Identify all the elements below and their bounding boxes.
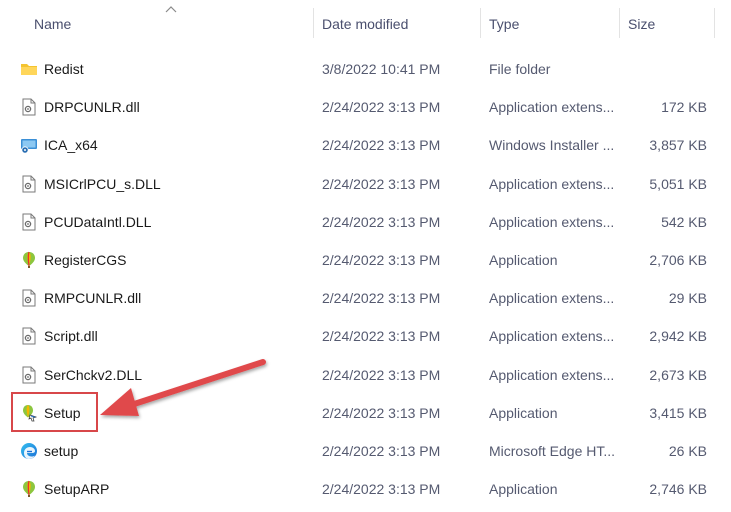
column-header-row: Name Date modified Type Size (0, 0, 731, 48)
file-row[interactable]: Redist 3/8/2022 10:41 PM File folder (0, 50, 731, 88)
file-size: 2,746 KB (649, 481, 707, 498)
file-type: File folder (489, 61, 551, 77)
file-date-modified: 2/24/2022 3:13 PM (322, 137, 441, 154)
file-name: RegisterCGS (44, 252, 127, 268)
column-header-name[interactable]: Name (34, 0, 304, 48)
file-date-modified: 2/24/2022 3:13 PM (322, 175, 441, 192)
file-date-modified: 2/24/2022 3:13 PM (322, 404, 441, 421)
file-explorer-list: Name Date modified Type Size Redist 3/8/2… (0, 0, 731, 512)
file-type: Application (489, 404, 558, 421)
file-size: 2,942 KB (649, 328, 707, 345)
dll-file-icon (20, 327, 38, 345)
file-type: Windows Installer ... (489, 137, 615, 154)
highlight-box (11, 392, 98, 432)
file-type: Application extens... (489, 175, 615, 192)
file-row[interactable]: DRPCUNLR.dll 2/24/2022 3:13 PM Application… (0, 88, 731, 126)
file-date-modified: 3/8/2022 10:41 PM (322, 61, 441, 77)
file-row[interactable]: SetupARP 2/24/2022 3:13 PM Application 2,74… (0, 470, 731, 508)
column-header-type[interactable]: Type (489, 0, 609, 48)
file-date-modified: 2/24/2022 3:13 PM (322, 252, 441, 268)
file-name: MSICrlPCU_s.DLL (44, 175, 161, 192)
file-name: Script.dll (44, 328, 98, 345)
file-date-modified: 2/24/2022 3:13 PM (322, 328, 441, 345)
file-type: Application extens... (489, 290, 615, 307)
corel-balloon-icon (20, 251, 38, 269)
file-name: SetupARP (44, 481, 110, 498)
file-name: ICA_x64 (44, 137, 98, 154)
file-row[interactable]: RMPCUNLR.dll 2/24/2022 3:13 PM Application… (0, 279, 731, 317)
file-date-modified: 2/24/2022 3:13 PM (322, 443, 441, 459)
file-date-modified: 2/24/2022 3:13 PM (322, 366, 441, 383)
file-date-modified: 2/24/2022 3:13 PM (322, 290, 441, 307)
file-type: Application extens... (489, 99, 615, 116)
file-size: 26 KB (668, 443, 707, 459)
file-name: PCUDataIntl.DLL (44, 213, 152, 230)
dll-file-icon (20, 213, 38, 231)
folder-icon (20, 60, 38, 78)
column-divider[interactable] (619, 8, 620, 38)
file-row[interactable]: PCUDataIntl.DLL 2/24/2022 3:13 PM Applicat… (0, 203, 731, 241)
file-date-modified: 2/24/2022 3:13 PM (322, 481, 441, 498)
file-size: 2,673 KB (649, 366, 707, 383)
file-type: Application extens... (489, 328, 615, 345)
file-row[interactable]: MSICrlPCU_s.DLL 2/24/2022 3:13 PM Applicat… (0, 165, 731, 203)
file-size: 2,706 KB (649, 252, 707, 268)
installer-package-icon (20, 136, 38, 154)
file-size (625, 50, 707, 88)
file-date-modified: 2/24/2022 3:13 PM (322, 213, 441, 230)
edge-icon (20, 442, 38, 460)
file-name: Redist (44, 61, 84, 77)
column-divider[interactable] (313, 8, 314, 38)
file-size: 5,051 KB (649, 175, 707, 192)
corel-balloon-icon (20, 480, 38, 498)
red-arrow-annotation (100, 359, 266, 416)
dll-file-icon (20, 98, 38, 116)
file-type: Application (489, 481, 558, 498)
file-size: 29 KB (668, 290, 707, 307)
file-row[interactable]: RegisterCGS 2/24/2022 3:13 PM Application 2… (0, 241, 731, 279)
dll-file-icon (20, 289, 38, 307)
file-row[interactable]: ICA_x64 2/24/2022 3:13 PM Windows Installe… (0, 126, 731, 164)
dll-file-icon (20, 175, 38, 193)
file-type: Application (489, 252, 558, 268)
column-header-size[interactable]: Size (628, 0, 708, 48)
file-name: RMPCUNLR.dll (44, 290, 142, 307)
column-divider[interactable] (714, 8, 715, 38)
file-size: 542 KB (661, 213, 707, 230)
file-size: 3,415 KB (649, 404, 707, 421)
file-type: Application extens... (489, 213, 615, 230)
file-type: Microsoft Edge HT... (489, 443, 616, 459)
file-name: setup (44, 443, 79, 459)
file-size: 172 KB (661, 99, 707, 116)
dll-file-icon (20, 366, 38, 384)
file-type: Application extens... (489, 366, 615, 383)
file-name: DRPCUNLR.dll (44, 99, 140, 116)
file-row[interactable]: Script.dll 2/24/2022 3:13 PM Application e… (0, 317, 731, 355)
column-divider[interactable] (480, 8, 481, 38)
column-header-date-modified[interactable]: Date modified (322, 0, 472, 48)
file-row[interactable]: setup 2/24/2022 3:13 PM Microsoft Edge HT.… (0, 432, 731, 470)
file-date-modified: 2/24/2022 3:13 PM (322, 99, 441, 116)
file-size: 3,857 KB (649, 137, 707, 154)
